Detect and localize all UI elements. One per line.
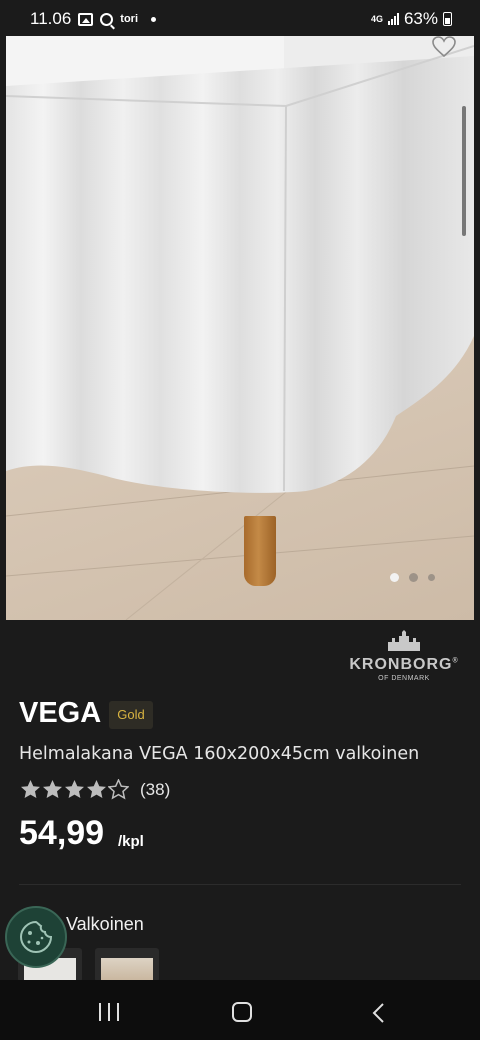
product-image-carousel[interactable] [6,36,474,620]
color-swatch-beige[interactable] [95,948,159,982]
tori-notification-label: tori [120,13,139,25]
heart-icon[interactable] [432,36,456,58]
star-filled-icon [43,780,62,798]
gold-badge: Gold [109,701,153,729]
cookie-settings-button[interactable] [5,906,67,968]
recent-apps-icon[interactable] [99,1003,119,1021]
star-empty-icon [108,779,129,800]
product-rating[interactable]: (38) [20,779,170,800]
product-price: 54,99 [19,814,105,852]
color-label: Valkoinen [66,914,144,934]
home-icon[interactable] [232,1002,252,1022]
signal-icon [387,13,399,25]
brand-subtitle: OF DENMARK [378,675,430,682]
carousel-dot[interactable] [390,573,399,582]
review-count: (38) [140,779,171,799]
price-unit: /kpl [118,833,144,850]
network-type: 4G [370,14,383,24]
product-title: VEGA [19,697,102,729]
carousel-dots[interactable] [390,573,435,582]
brand-logo: KRONBORG® OF DENMARK [344,630,464,682]
cookie-icon [19,920,53,954]
status-bar: 11.06 tori 4G 63% [0,0,480,36]
notification-dot-icon [151,16,157,22]
scroll-indicator [462,106,466,236]
brand-name: KRONBORG® [349,656,459,673]
carousel-dot[interactable] [428,574,435,581]
product-description: Helmalakana VEGA 160x200x45cm valkoinen [19,744,420,764]
star-filled-icon [21,780,40,798]
rating-stars [20,779,129,800]
battery-icon [443,12,452,26]
gallery-notification-icon [78,12,94,26]
back-icon[interactable] [369,1002,389,1024]
star-filled-icon [65,780,84,798]
system-navigation-bar [0,980,480,1040]
castle-logo-icon [388,630,420,651]
status-time: 11.06 [30,9,72,28]
search-notification-icon [100,12,114,26]
bed-leg [244,516,276,586]
star-filled-icon [87,780,106,798]
battery-percent: 63% [403,9,438,28]
bed-skirt-image [6,36,474,493]
divider [19,884,461,885]
carousel-dot[interactable] [409,573,418,582]
